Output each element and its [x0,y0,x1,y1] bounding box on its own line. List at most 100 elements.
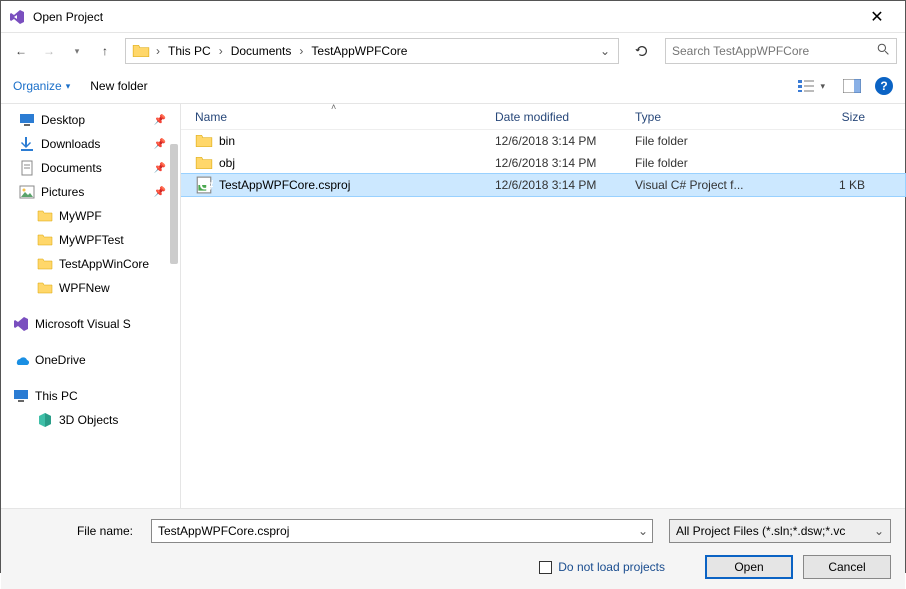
forward-button[interactable]: → [37,39,61,63]
file-size: 1 KB [805,178,865,192]
organize-menu[interactable]: Organize▾ [13,79,70,93]
sidebar-item-mywpf[interactable]: MyWPF [1,204,180,228]
filter-text: All Project Files (*.sln;*.dsw;*.vc [676,524,874,538]
back-button[interactable]: ← [9,39,33,63]
footer: File name: ⌄ All Project Files (*.sln;*.… [1,508,905,589]
file-row[interactable]: bin12/6/2018 3:14 PMFile folder [181,130,905,152]
sidebar-item-onedrive[interactable]: OneDrive [1,348,180,372]
new-folder-button[interactable]: New folder [90,79,147,93]
preview-pane-button[interactable] [839,77,865,95]
file-type: Visual C# Project f... [635,178,805,192]
chevron-right-icon[interactable]: › [217,44,225,58]
filename-dropdown[interactable]: ⌄ [634,524,652,538]
file-rows: bin12/6/2018 3:14 PMFile folderobj12/6/2… [181,130,905,508]
recent-dropdown[interactable]: ▾ [65,39,89,63]
window-title: Open Project [33,10,857,24]
filename-input[interactable] [152,524,634,538]
sidebar-label: 3D Objects [59,413,118,427]
nav-bar: ← → ▾ ↑ › This PC › Documents › TestAppW… [1,33,905,69]
file-name: TestAppWPFCore.csproj [219,178,495,192]
sort-indicator-icon: ˄ [331,102,336,112]
3d-objects-icon [37,412,53,428]
sidebar-scrollbar[interactable] [170,144,178,264]
sidebar-item-pictures[interactable]: Pictures📌 [1,180,180,204]
sidebar-label: MyWPFTest [59,233,124,247]
refresh-icon [635,44,649,58]
sidebar-label: Downloads [41,137,100,151]
sidebar-label: MyWPF [59,209,102,223]
navigation-pane[interactable]: Desktop📌 Downloads📌 Documents📌 Pictures📌… [1,104,181,508]
crumb-this-pc[interactable]: This PC [162,39,217,63]
sidebar-item-documents[interactable]: Documents📌 [1,156,180,180]
file-name: bin [219,134,495,148]
folder-icon [37,256,53,272]
folder-icon [37,232,53,248]
file-row[interactable]: C# TestAppWPFCore.csproj12/6/2018 3:14 PM… [181,174,905,196]
help-button[interactable]: ? [875,77,893,95]
close-button[interactable]: ✕ [857,7,897,27]
open-button[interactable]: Open [705,555,793,579]
chevron-down-icon: ⌄ [874,524,884,538]
do-not-load-projects[interactable]: Do not load projects [539,560,665,574]
sidebar-label: This PC [35,389,78,403]
sidebar-label: OneDrive [35,353,86,367]
file-filter-combo[interactable]: All Project Files (*.sln;*.dsw;*.vc ⌄ [669,519,891,543]
column-date[interactable]: Date modified [495,110,635,124]
preview-pane-icon [843,79,861,93]
sidebar-item-3d-objects[interactable]: 3D Objects [1,408,180,432]
breadcrumb[interactable]: › This PC › Documents › TestAppWPFCore ⌄ [125,38,619,64]
body: Desktop📌 Downloads📌 Documents📌 Pictures📌… [1,103,905,508]
sidebar-label: Microsoft Visual S [35,317,131,331]
refresh-button[interactable] [629,38,655,64]
checkbox[interactable] [539,561,552,574]
search-input[interactable] [672,44,877,58]
pin-icon: 📌 [154,115,180,126]
breadcrumb-dropdown[interactable]: ⌄ [594,44,616,58]
desktop-icon [19,112,35,128]
details-view-icon [798,79,816,93]
filename-combo[interactable]: ⌄ [151,519,653,543]
sidebar-label: WPFNew [59,281,110,295]
sidebar-item-desktop[interactable]: Desktop📌 [1,108,180,132]
file-name: obj [219,156,495,170]
column-name[interactable]: Name [195,110,495,124]
file-date: 12/6/2018 3:14 PM [495,156,635,170]
folder-icon [37,280,53,296]
folder-icon [37,208,53,224]
file-list: Name Date modified Type Size ˄ bin12/6/2… [181,104,905,508]
search-box[interactable] [665,38,897,64]
sidebar-item-mywpftest[interactable]: MyWPFTest [1,228,180,252]
column-type[interactable]: Type [635,110,805,124]
folder-icon [195,132,213,150]
crumb-leaf[interactable]: TestAppWPFCore [305,39,413,63]
file-row[interactable]: obj12/6/2018 3:14 PMFile folder [181,152,905,174]
documents-icon [19,160,35,176]
sidebar-label: TestAppWinCore [59,257,149,271]
chevron-right-icon[interactable]: › [154,44,162,58]
onedrive-icon [13,352,29,368]
pictures-icon [19,184,35,200]
folder-icon [195,154,213,172]
sidebar-item-this-pc[interactable]: This PC [1,384,180,408]
sidebar-label: Pictures [41,185,84,199]
toolbar: Organize▾ New folder ▾ ? [1,69,905,103]
folder-icon [132,42,150,60]
cancel-button[interactable]: Cancel [803,555,891,579]
column-size[interactable]: Size [805,110,865,124]
svg-text:C#: C# [200,178,214,193]
file-type: File folder [635,156,805,170]
sidebar-item-testappwincore[interactable]: TestAppWinCore [1,252,180,276]
file-type: File folder [635,134,805,148]
crumb-documents[interactable]: Documents [225,39,298,63]
search-icon[interactable] [877,43,890,59]
visual-studio-icon [13,316,29,332]
chevron-right-icon[interactable]: › [297,44,305,58]
sidebar-item-downloads[interactable]: Downloads📌 [1,132,180,156]
file-date: 12/6/2018 3:14 PM [495,178,635,192]
sidebar-item-visual-studio[interactable]: Microsoft Visual S [1,312,180,336]
up-button[interactable]: ↑ [93,39,117,63]
downloads-icon [19,136,35,152]
checkbox-label: Do not load projects [558,560,665,574]
sidebar-item-wpfnew[interactable]: WPFNew [1,276,180,300]
view-mode-button[interactable]: ▾ [794,77,829,95]
